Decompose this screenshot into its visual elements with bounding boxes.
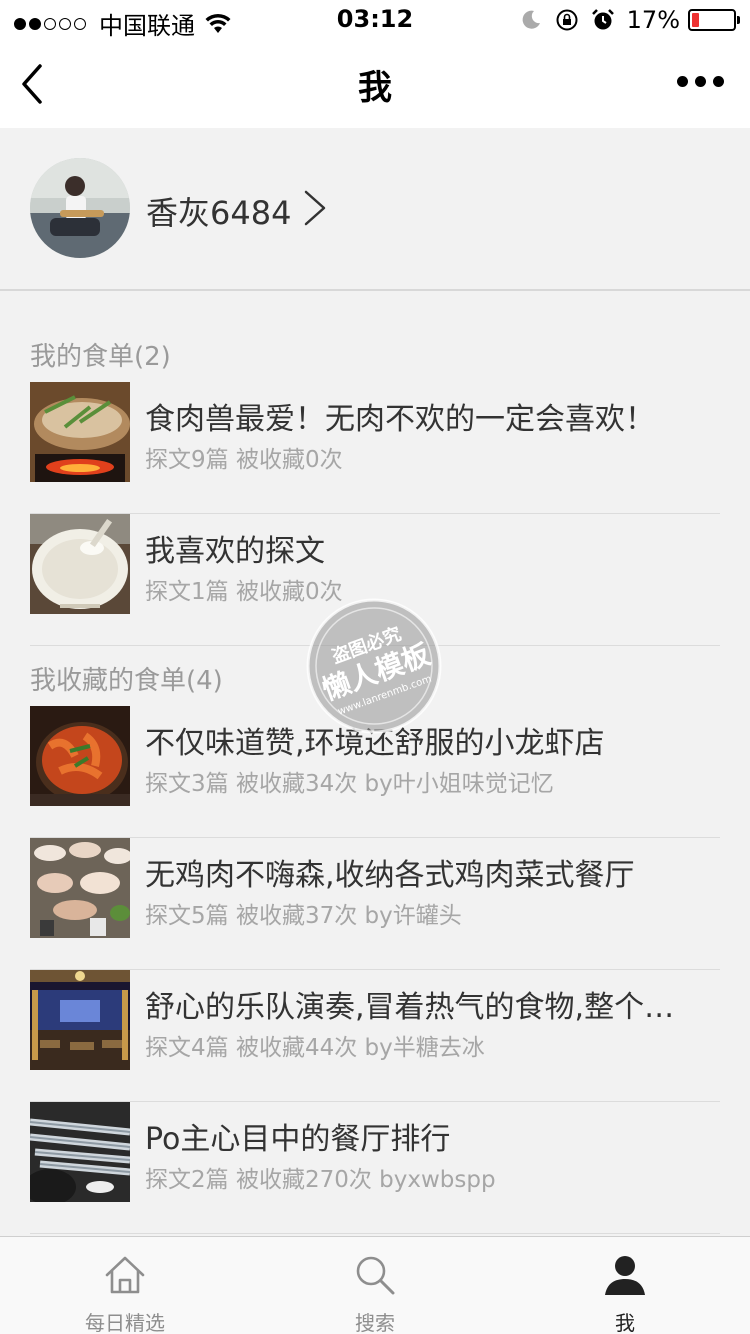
list-thumbnail [30,970,130,1070]
navigation-bar: 我 [0,40,750,128]
list-thumbnail [30,838,130,938]
avatar[interactable] [30,158,130,258]
more-icon [677,76,688,87]
battery-percent: 17% [626,6,680,34]
section-title-my-lists: 我的食单(2) [30,342,171,372]
tab-label: 每日精选 [85,1311,165,1334]
tab-label: 搜索 [355,1311,395,1334]
chevron-right-icon[interactable] [302,186,328,230]
tab-bar: 每日精选 搜索 我 [0,1236,750,1334]
list-title: 食肉兽最爱！无肉不欢的一定会喜欢！ [145,402,655,437]
tab-label: 我 [615,1311,635,1334]
more-button[interactable] [670,76,724,87]
watermark-seal: 盗图必究 懒人模板 www.lanrenmb.com [306,598,442,734]
battery-icon [688,9,740,31]
profile-header[interactable]: 香灰6484 [0,128,750,291]
home-icon [105,1256,145,1294]
alarm-icon [591,9,614,30]
list-item[interactable]: 食肉兽最爱！无肉不欢的一定会喜欢！ 探文9篇 被收藏0次 [30,382,720,514]
list-thumbnail [30,706,130,806]
rotation-lock-icon [556,9,578,31]
list-thumbnail [30,1102,130,1202]
tab-me[interactable]: 我 [500,1237,750,1334]
status-bar: 中国联通 03:12 17% [0,0,750,40]
list-item[interactable]: 无鸡肉不嗨森,收纳各式鸡肉菜式餐厅 探文5篇 被收藏37次 by许罐头 [30,838,720,970]
list-item[interactable]: Po主心目中的餐厅排行 探文2篇 被收藏270次 byxwbspp [30,1102,720,1234]
tab-daily-picks[interactable]: 每日精选 [0,1237,250,1334]
list-item[interactable]: 舒心的乐队演奏,冒着热气的食物,整个… 探文4篇 被收藏44次 by半糖去冰 [30,970,720,1102]
moon-icon [522,10,540,29]
list-meta: 探文5篇 被收藏37次 by许罐头 [145,903,462,929]
list-meta: 探文4篇 被收藏44次 by半糖去冰 [145,1035,485,1061]
list-title: 无鸡肉不嗨森,收纳各式鸡肉菜式餐厅 [145,858,635,893]
section-title-fav-lists: 我收藏的食单(4) [30,666,223,696]
list-thumbnail [30,382,130,482]
list-meta: 探文2篇 被收藏270次 byxwbspp [145,1167,496,1193]
list-title: Po主心目中的餐厅排行 [145,1122,451,1157]
search-icon [356,1256,395,1295]
page-title: 我 [358,68,392,108]
user-icon [605,1256,645,1295]
list-meta: 探文9篇 被收藏0次 [145,447,343,473]
list-title: 舒心的乐队演奏,冒着热气的食物,整个… [145,990,675,1025]
username[interactable]: 香灰6484 [146,188,291,234]
list-meta: 探文3篇 被收藏34次 by叶小姐味觉记忆 [145,771,554,797]
list-title: 我喜欢的探文 [145,534,325,569]
list-thumbnail [30,514,130,614]
tab-search[interactable]: 搜索 [250,1237,500,1334]
